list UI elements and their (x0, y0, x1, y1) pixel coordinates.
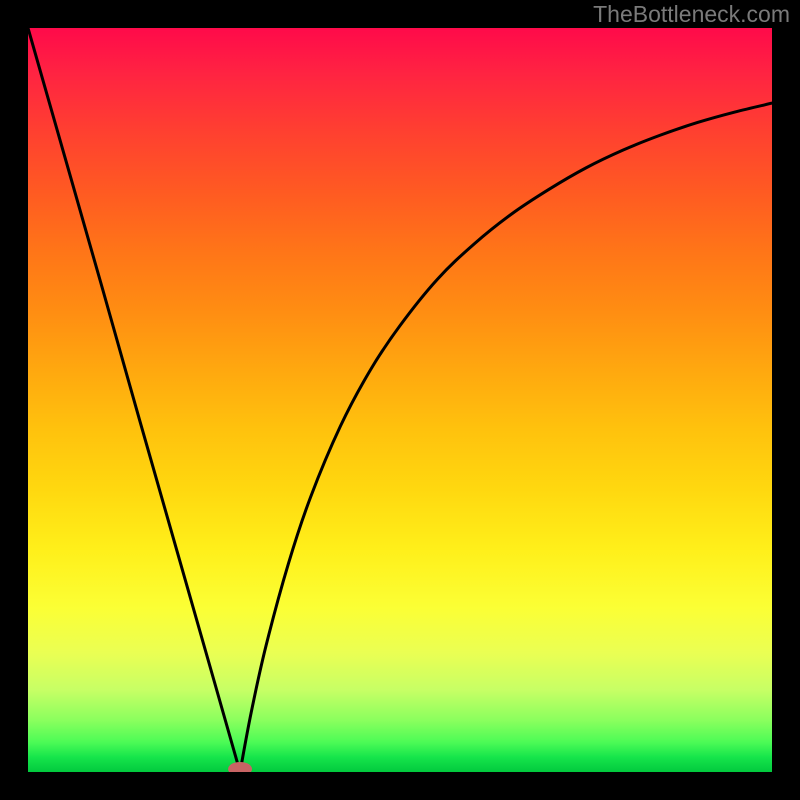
chart-svg (28, 28, 772, 772)
curve-left-branch (28, 28, 240, 772)
minimum-marker (228, 762, 252, 772)
curve-right-branch (240, 103, 772, 772)
plot-area (28, 28, 772, 772)
chart-frame: TheBottleneck.com (0, 0, 800, 800)
watermark-text: TheBottleneck.com (593, 1, 790, 28)
